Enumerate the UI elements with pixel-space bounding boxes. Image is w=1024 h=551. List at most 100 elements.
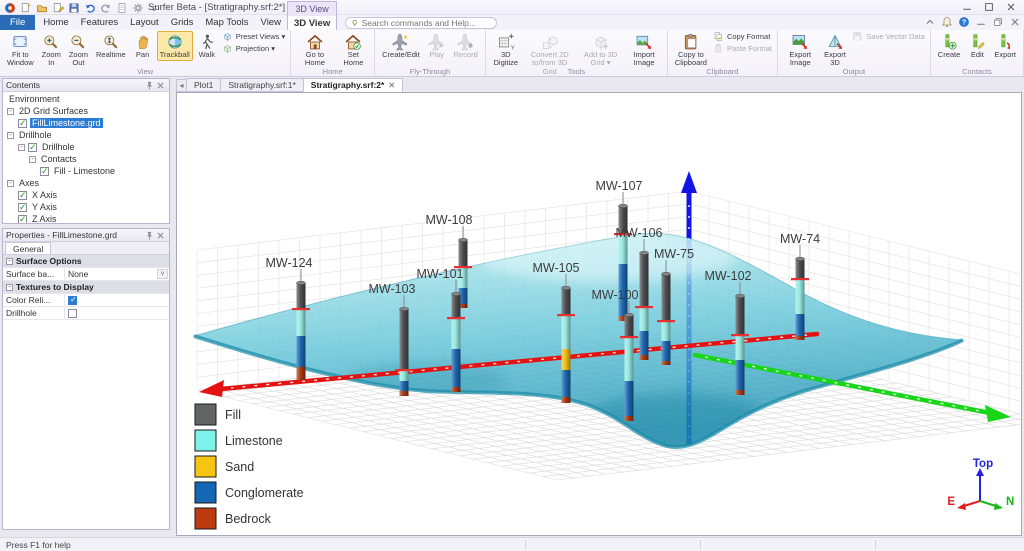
close-tab-icon[interactable]: ✕ xyxy=(388,81,395,90)
doc-restore-button[interactable] xyxy=(991,16,1004,29)
orientation-indicator[interactable]: TopEN xyxy=(947,458,1014,510)
doc-close-button[interactable] xyxy=(1008,16,1021,29)
tab-map-tools[interactable]: Map Tools xyxy=(199,15,254,30)
tree-item-axes[interactable]: -Axes xyxy=(3,177,169,189)
new-icon[interactable] xyxy=(19,1,32,14)
dropdown-value[interactable]: None xyxy=(68,269,88,279)
ribbon-button-projection[interactable]: Projection ▾ xyxy=(222,43,285,54)
ribbon-button-trackball[interactable]: Trackball xyxy=(157,31,193,61)
gear-icon[interactable] xyxy=(131,1,144,14)
tab-3d-view[interactable]: 3D View3D View xyxy=(287,15,337,30)
minimize-button[interactable] xyxy=(956,0,978,14)
checkbox[interactable] xyxy=(40,167,49,176)
checkbox[interactable] xyxy=(18,203,27,212)
contents-panel-title: Contents xyxy=(6,80,40,90)
collapse-icon[interactable]: - xyxy=(6,258,13,265)
ribbon-button-import-image[interactable]: Import Image xyxy=(625,31,663,70)
checkbox[interactable] xyxy=(68,296,77,305)
checkbox[interactable] xyxy=(18,191,27,200)
ribbon-button-export-3d[interactable]: Export 3D xyxy=(821,31,850,70)
tab-grids[interactable]: Grids xyxy=(165,15,200,30)
collapse-icon[interactable]: - xyxy=(6,284,13,291)
doc-minimize-button[interactable] xyxy=(974,16,987,29)
ribbon-group-label: Fly-Through xyxy=(375,67,485,76)
tab-features[interactable]: Features xyxy=(75,15,125,30)
tab-general[interactable]: General xyxy=(5,242,51,254)
search-box xyxy=(345,17,497,29)
ribbon-button-realtime[interactable]: Realtime xyxy=(93,31,129,61)
tab-home[interactable]: Home xyxy=(37,15,74,30)
ribbon-button-pan[interactable]: Pan xyxy=(131,31,155,61)
tree-item-x-axis[interactable]: X Axis xyxy=(3,189,169,201)
ribbon-button-set-home[interactable]: Set Home xyxy=(337,31,371,70)
document-tab-plot1[interactable]: Plot1 xyxy=(186,78,221,92)
tab-file[interactable]: File xyxy=(0,15,35,30)
ribbon-button-create[interactable]: Create xyxy=(935,31,964,61)
tree-item-drillhole[interactable]: -Drillhole xyxy=(3,129,169,141)
expander-icon[interactable]: - xyxy=(7,132,14,139)
tree-item-z-axis[interactable]: Z Axis xyxy=(3,213,169,223)
property-section-surface-options[interactable]: -Surface Options xyxy=(3,255,169,268)
property-section-textures-to-display[interactable]: -Textures to Display xyxy=(3,281,169,294)
tab-view[interactable]: View xyxy=(255,15,287,30)
close-icon[interactable] xyxy=(155,80,166,91)
checkbox[interactable] xyxy=(18,215,27,224)
document-tab-stratigraphy-srf-1[interactable]: Stratigraphy.srf:1* xyxy=(220,78,303,92)
search-input[interactable] xyxy=(362,18,492,28)
add-to-3d-grid-icon xyxy=(592,33,610,51)
help-icon[interactable]: ? xyxy=(957,16,970,29)
ribbon-group-label: Home xyxy=(291,67,374,76)
close-button[interactable] xyxy=(1000,0,1022,14)
tree-item-2d-grid-surfaces[interactable]: -2D Grid Surfaces xyxy=(3,105,169,117)
pin-icon[interactable] xyxy=(144,80,155,91)
save-icon[interactable] xyxy=(67,1,80,14)
page-icon[interactable] xyxy=(115,1,128,14)
close-icon[interactable] xyxy=(155,230,166,241)
ribbon-button-walk[interactable]: Walk xyxy=(195,31,219,61)
edit-doc-icon[interactable] xyxy=(51,1,64,14)
ribbon-button-zoom-in[interactable]: Zoom In xyxy=(39,31,64,70)
edit-icon xyxy=(968,33,986,51)
pin-icon[interactable] xyxy=(144,230,155,241)
undo-icon[interactable] xyxy=(83,1,96,14)
tab-layout[interactable]: Layout xyxy=(124,15,165,30)
well-label: MW-75 xyxy=(654,247,694,261)
bell-icon[interactable] xyxy=(940,16,953,29)
maximize-button[interactable] xyxy=(978,0,1000,14)
ribbon-button-copy-format[interactable]: Copy Format xyxy=(713,31,772,42)
app-logo-icon[interactable] xyxy=(3,1,16,14)
tree-item-drillhole[interactable]: -Drillhole xyxy=(3,141,169,153)
checkbox[interactable] xyxy=(18,119,27,128)
property-value: None ˅ xyxy=(65,268,169,280)
tree-item-filllimestone-grd[interactable]: FillLimestone.grd xyxy=(3,117,169,129)
open-icon[interactable] xyxy=(35,1,48,14)
ribbon-button-copy-to-clipboard[interactable]: Copy to Clipboard xyxy=(672,31,710,70)
checkbox[interactable] xyxy=(68,309,77,318)
convert-2d-to-from-3d-grid-icon xyxy=(541,33,559,51)
ribbon-button-go-to-home[interactable]: Go to Home xyxy=(295,31,334,70)
3d-view-canvas[interactable]: MW-108MW-107MW-124MW-103MW-101MW-105MW-7… xyxy=(176,92,1022,536)
ribbon-button-edit[interactable]: Edit xyxy=(965,31,989,61)
tree-item-y-axis[interactable]: Y Axis xyxy=(3,201,169,213)
ribbon-button-zoom-out[interactable]: Zoom Out xyxy=(66,31,91,70)
ribbon-button-3d-digitize[interactable]: Y3D Digitize xyxy=(490,31,522,70)
expander-icon[interactable]: - xyxy=(7,108,14,115)
redo-icon[interactable] xyxy=(99,1,112,14)
ribbon-button-export-image[interactable]: Export Image xyxy=(782,31,819,70)
stratigraphy-legend[interactable]: FillLimestoneSandConglomerateBedrock xyxy=(195,404,304,529)
document-tab-stratigraphy-srf-2[interactable]: Stratigraphy.srf:2*✕ xyxy=(303,78,403,92)
scene-3d[interactable]: MW-108MW-107MW-124MW-103MW-101MW-105MW-7… xyxy=(177,93,1021,535)
ribbon-button-create-edit[interactable]: Create/Edit xyxy=(379,31,423,61)
tree-item-environment[interactable]: Environment xyxy=(3,93,169,105)
ribbon-button-export[interactable]: Export xyxy=(991,31,1019,61)
tree-item-contacts[interactable]: -Contacts xyxy=(3,153,169,165)
chevron-down-icon[interactable]: ˅ xyxy=(157,269,168,279)
expander-icon[interactable]: - xyxy=(29,156,36,163)
expander-icon[interactable]: - xyxy=(18,144,25,151)
collapse-ribbon-icon[interactable] xyxy=(923,16,936,29)
checkbox[interactable] xyxy=(28,143,37,152)
ribbon-button-fit-to-window[interactable]: Fit to Window xyxy=(4,31,37,70)
ribbon-button-preset-views[interactable]: Preset Views ▾ xyxy=(222,31,285,42)
tree-item-fill-limestone[interactable]: Fill - Limestone xyxy=(3,165,169,177)
expander-icon[interactable]: - xyxy=(7,180,14,187)
